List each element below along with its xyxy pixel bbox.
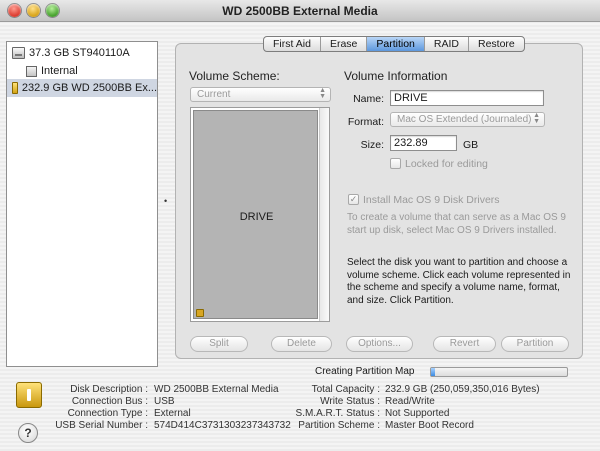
detail-value: 232.9 GB (250,059,350,016 Bytes)	[385, 384, 540, 395]
sidebar-item-internal-disk[interactable]: 37.3 GB ST940110A	[7, 44, 157, 62]
progress-fill	[431, 368, 436, 376]
tab-partition[interactable]: Partition	[367, 37, 425, 51]
sidebar-item-label: 232.9 GB WD 2500BB Ex...	[21, 82, 157, 94]
partition-button[interactable]: Partition	[501, 336, 569, 352]
partition-volume-name: DRIVE	[239, 211, 274, 223]
locked-checkbox[interactable]	[390, 158, 401, 169]
tab-erase[interactable]: Erase	[321, 37, 368, 51]
detail-value: USB	[154, 396, 175, 407]
partition-volume[interactable]: DRIVE	[193, 110, 318, 319]
split-button[interactable]: Split	[190, 336, 248, 352]
detail-key: Connection Bus :	[71, 396, 148, 407]
locked-label: Locked for editing	[405, 158, 488, 170]
sidebar-item-label: Internal	[41, 65, 78, 77]
detail-value: WD 2500BB External Media	[154, 384, 279, 395]
detail-key: Total Capacity :	[311, 384, 380, 395]
options-button[interactable]: Options...	[346, 336, 413, 352]
popup-arrows-icon: ▲ ▼	[319, 87, 326, 100]
partition-map: DRIVE	[190, 107, 330, 322]
splitter-handle[interactable]: •	[164, 196, 167, 206]
external-disk-icon	[12, 82, 18, 94]
install-drivers-label: Install Mac OS 9 Disk Drivers	[363, 194, 500, 206]
detail-key: Connection Type :	[67, 408, 148, 419]
sidebar-item-internal-volume[interactable]: Internal	[7, 62, 157, 80]
volume-scheme-popup[interactable]: Current ▲ ▼	[190, 87, 331, 102]
volume-scheme-title: Volume Scheme:	[189, 69, 280, 83]
format-label: Format:	[347, 116, 384, 128]
partition-instructions: Select the disk you want to partition an…	[347, 257, 571, 306]
detail-key: USB Serial Number :	[55, 420, 148, 431]
size-field[interactable]: 232.89	[390, 135, 457, 151]
window-title: WD 2500BB External Media	[222, 4, 378, 18]
detail-key: Partition Scheme :	[298, 420, 380, 431]
progress-label: Creating Partition Map	[315, 366, 415, 377]
tab-restore[interactable]: Restore	[469, 37, 524, 51]
install-drivers-checkbox[interactable]: ✓	[348, 194, 359, 205]
detail-value: External	[154, 408, 191, 419]
detail-value: 574D414C3731303237343732	[154, 420, 291, 431]
popup-arrows-icon: ▲ ▼	[533, 112, 540, 125]
detail-value: Read/Write	[385, 396, 435, 407]
name-label: Name:	[353, 93, 384, 105]
volume-icon	[26, 65, 37, 77]
detail-value: Not Supported	[385, 408, 450, 419]
detail-value: Master Boot Record	[385, 420, 474, 431]
detail-key: Disk Description :	[70, 384, 148, 395]
title-bar: WD 2500BB External Media	[0, 0, 600, 22]
name-field[interactable]: DRIVE	[390, 90, 544, 106]
sidebar-item-external-disk[interactable]: 232.9 GB WD 2500BB Ex...	[7, 79, 157, 97]
size-unit: GB	[463, 139, 479, 151]
format-popup[interactable]: Mac OS Extended (Journaled) ▲ ▼	[390, 112, 545, 127]
delete-button[interactable]: Delete	[271, 336, 332, 352]
size-label: Size:	[360, 139, 384, 151]
progress-bar	[430, 367, 568, 377]
volume-info-title: Volume Information	[344, 69, 448, 83]
external-disk-info-icon	[16, 382, 42, 408]
sidebar-item-label: 37.3 GB ST940110A	[29, 47, 130, 59]
hard-disk-icon	[12, 47, 25, 59]
revert-button[interactable]: Revert	[433, 336, 496, 352]
install-drivers-help: To create a volume that can serve as a M…	[347, 212, 566, 236]
partition-map-scrollbar[interactable]	[319, 108, 329, 321]
detail-key: S.M.A.R.T. Status :	[295, 408, 380, 419]
tab-raid[interactable]: RAID	[425, 37, 469, 51]
volume-scheme-value: Current	[197, 89, 231, 100]
help-button[interactable]: ?	[18, 423, 38, 443]
disk-list: 37.3 GB ST940110A Internal 232.9 GB WD 2…	[6, 41, 158, 367]
tab-first-aid[interactable]: First Aid	[264, 37, 321, 51]
tab-bar: First Aid Erase Partition RAID Restore	[263, 36, 525, 52]
lock-icon	[196, 309, 204, 317]
format-value: Mac OS Extended (Journaled)	[397, 114, 532, 125]
detail-key: Write Status :	[320, 396, 380, 407]
